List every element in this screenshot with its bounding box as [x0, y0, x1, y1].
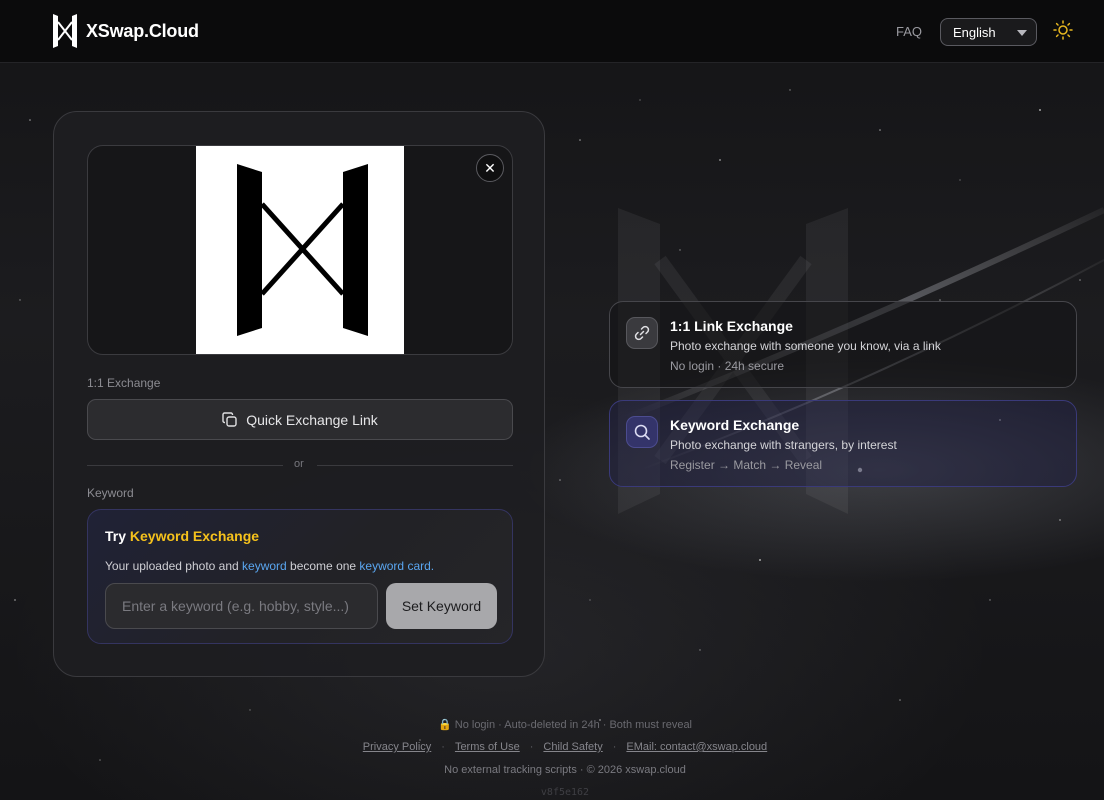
keyword-box-title: Try Keyword Exchange [105, 528, 260, 544]
brand[interactable]: XSwap.Cloud [52, 14, 199, 48]
build-version: v8f5e162 [540, 787, 590, 798]
brand-name: XSwap.Cloud [86, 20, 199, 41]
feature-description: Photo exchange with someone you know, vi… [670, 339, 941, 353]
privacy-policy-link[interactable]: Privacy Policy [363, 741, 431, 753]
footer-security-note: 🔒 No login · Auto-deleted in 24h · Both … [438, 719, 692, 731]
link-icon [626, 317, 658, 349]
faq-link[interactable]: FAQ [896, 24, 922, 39]
search-icon [626, 416, 658, 448]
keyword-box-description: Your uploaded photo and keyword become o… [105, 559, 435, 573]
feature-meta: No login · 24h secure [670, 359, 785, 373]
feature-link-exchange[interactable]: 1:1 Link Exchange Photo exchange with so… [609, 301, 1077, 388]
contact-email-link[interactable]: EMail: contact@xswap.cloud [626, 741, 767, 753]
upload-card: ✕ 1:1 Exchange Quick Exchange Link or Ke… [53, 111, 545, 677]
or-label: or [294, 458, 304, 470]
quick-exchange-link-label: Quick Exchange Link [246, 411, 378, 428]
sun-icon[interactable] [1053, 20, 1073, 40]
feature-keyword-exchange[interactable]: Keyword Exchange Photo exchange with str… [609, 400, 1077, 487]
terms-of-use-link[interactable]: Terms of Use [455, 741, 520, 753]
brand-logo-icon [53, 14, 77, 48]
top-header: XSwap.Cloud FAQ English [0, 0, 1104, 63]
keyword-section-label: Keyword [87, 486, 134, 500]
child-safety-link[interactable]: Child Safety [543, 741, 602, 753]
feature-description: Photo exchange with strangers, by intere… [670, 438, 897, 452]
or-divider: or [87, 458, 513, 472]
keyword-exchange-box: Try Keyword Exchange Your uploaded photo… [87, 509, 513, 644]
uploaded-photo [196, 146, 404, 354]
language-select-value: English [953, 25, 996, 40]
keyword-input[interactable] [105, 583, 378, 629]
remove-photo-button[interactable]: ✕ [476, 154, 504, 182]
chevron-down-icon [1017, 30, 1027, 36]
feature-title: Keyword Exchange [670, 417, 800, 433]
feature-title: 1:1 Link Exchange [670, 318, 793, 334]
language-select[interactable]: English [940, 18, 1037, 46]
copy-icon [222, 411, 237, 427]
quick-exchange-link-button[interactable]: Quick Exchange Link [87, 399, 513, 440]
photo-logo-image [237, 164, 368, 336]
feature-meta: Register → Match → Reveal [670, 458, 823, 472]
close-icon: ✕ [484, 160, 496, 176]
footer-copyright: No external tracking scripts · © 2026 xs… [444, 764, 686, 776]
photo-preview: ✕ [87, 145, 513, 355]
footer-links: Privacy Policy · Terms of Use · Child Safety… [362, 741, 768, 753]
exchange-section-label: 1:1 Exchange [87, 376, 161, 390]
set-keyword-button[interactable]: Set Keyword [386, 583, 497, 629]
